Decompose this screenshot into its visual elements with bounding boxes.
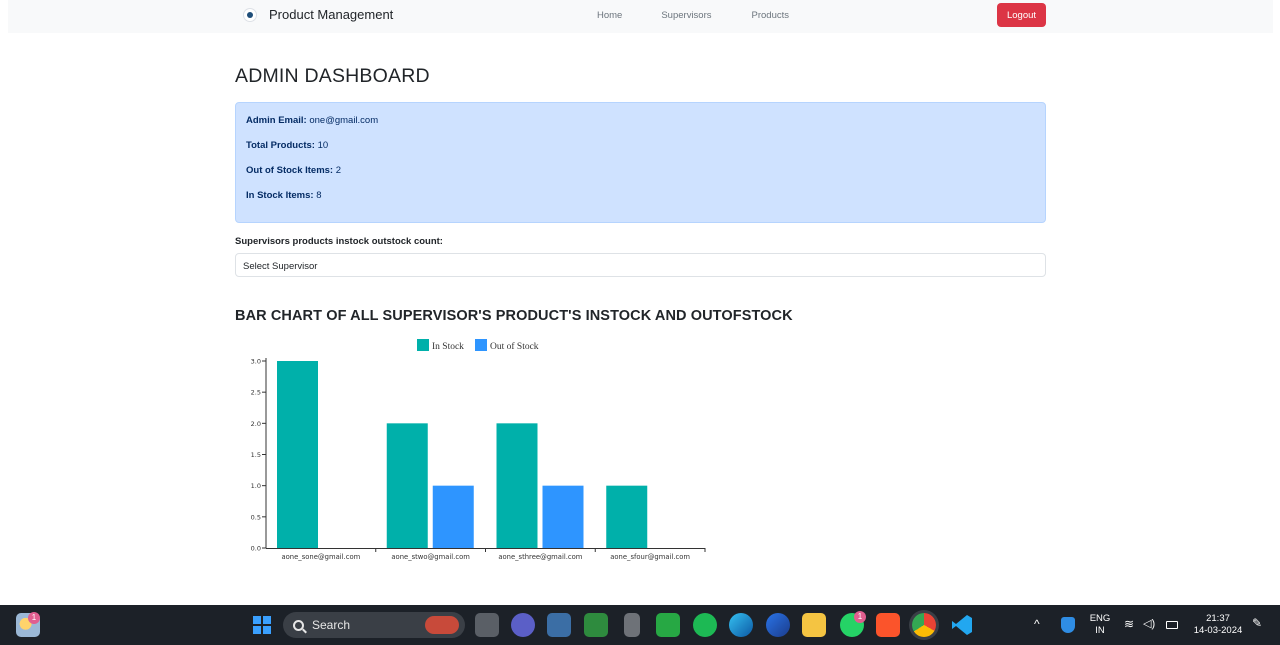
battery-icon[interactable] — [1166, 621, 1178, 629]
page: Product Management Home Supervisors Prod… — [0, 0, 1280, 645]
windows-start-icon[interactable] — [250, 613, 274, 637]
search-icon — [293, 619, 304, 631]
navbar: Product Management Home Supervisors Prod… — [8, 0, 1273, 33]
taskbar: 1 Search 1 ^ ENG IN ≋ ◁) 21:37 14-03-202… — [0, 605, 1280, 645]
bar-1-2 — [542, 485, 584, 548]
teams-icon[interactable] — [511, 613, 535, 637]
vscode-icon[interactable] — [950, 613, 974, 637]
search-highlight-image — [425, 616, 459, 634]
total-products-label: Total Products: — [246, 140, 315, 151]
nav-link-home[interactable]: Home — [597, 10, 622, 21]
wifi-icon[interactable]: ≋ — [1124, 618, 1134, 630]
logout-button[interactable]: Logout — [997, 3, 1046, 27]
y-tick-label-2: 1.0 — [251, 482, 261, 490]
y-tick-label-3: 1.5 — [251, 451, 261, 459]
file-explorer-icon[interactable] — [802, 613, 826, 637]
y-tick-label-4: 2.0 — [251, 420, 261, 428]
x-tick-label-3: aone_sfour@gmail.com — [610, 553, 690, 561]
brand[interactable]: Product Management — [243, 7, 393, 22]
out-of-stock-value: 2 — [335, 165, 342, 176]
y-tick-label-5: 2.5 — [251, 389, 261, 397]
supervisor-select-label: Supervisors products instock outstock co… — [235, 236, 443, 247]
nav-link-products[interactable]: Products — [752, 10, 790, 21]
language-line1: ENG — [1089, 613, 1111, 624]
y-tick-label-0: 0.0 — [251, 545, 261, 553]
bar-chart: In Stock Out of Stock 0.0 0.5 1.0 1.5 2.0 2.5 3.… — [251, 339, 706, 561]
bar-0-3 — [606, 485, 648, 548]
in-stock-row: In Stock Items: 8 — [246, 190, 1035, 215]
x-tick-label-0: aone_sone@gmail.com — [281, 553, 360, 561]
microphone-app-icon[interactable] — [624, 613, 640, 637]
clock-time: 21:37 — [1206, 613, 1230, 624]
page-title: ADMIN DASHBOARD — [235, 65, 430, 87]
clock-date: 14-03-2024 — [1193, 625, 1243, 636]
clock[interactable]: 21:37 14-03-2024 — [1192, 613, 1244, 637]
legend-label-0: In Stock — [432, 342, 464, 352]
x-tick-label-1: aone_stwo@gmail.com — [391, 553, 470, 561]
chevron-up-icon[interactable]: ^ — [1034, 618, 1040, 630]
out-of-stock-label: Out of Stock Items: — [246, 165, 334, 176]
admin-email-row: Admin Email: one@gmail.com — [246, 115, 1035, 140]
bar-0-2 — [496, 423, 538, 548]
y-tick-label-1: 0.5 — [251, 513, 261, 521]
whatsapp-badge: 1 — [854, 611, 866, 623]
weather-badge: 1 — [28, 612, 40, 624]
total-products-value: 10 — [317, 140, 329, 151]
brand-title: Product Management — [269, 7, 394, 22]
pen-icon[interactable]: ✎ — [1252, 617, 1262, 629]
language-indicator[interactable]: ENG IN — [1088, 613, 1112, 637]
legend-swatch-1 — [475, 339, 487, 351]
chrome-icon[interactable] — [912, 613, 936, 637]
in-stock-value: 8 — [316, 190, 322, 201]
admin-email-value: one@gmail.com — [309, 115, 379, 126]
language-line2: IN — [1095, 625, 1105, 636]
legend-swatch-0 — [417, 339, 429, 351]
spotify-icon[interactable] — [693, 613, 717, 637]
photos-icon[interactable] — [547, 613, 571, 637]
brave-icon[interactable] — [876, 613, 900, 637]
task-view-icon[interactable] — [475, 613, 499, 637]
y-tick-label-6: 3.0 — [251, 358, 261, 366]
bar-0-0 — [277, 361, 318, 548]
in-stock-label: In Stock Items: — [246, 190, 314, 201]
nav-link-supervisors[interactable]: Supervisors — [661, 10, 711, 21]
firefox-icon[interactable] — [766, 613, 790, 637]
security-icon[interactable] — [1061, 617, 1075, 633]
total-products-row: Total Products: 10 — [246, 140, 1035, 165]
out-of-stock-row: Out of Stock Items: 2 — [246, 165, 1035, 190]
legend-label-1: Out of Stock — [490, 341, 539, 352]
bar-1-1 — [432, 485, 474, 548]
taskbar-search-label: Search — [312, 618, 351, 632]
supervisor-select[interactable]: Select Supervisor — [235, 253, 1046, 277]
edge-icon[interactable] — [729, 613, 753, 637]
volume-icon[interactable]: ◁) — [1143, 618, 1155, 630]
chat-app-icon[interactable] — [656, 613, 680, 637]
brand-logo-icon — [243, 7, 257, 22]
stock-app-icon[interactable] — [584, 613, 608, 637]
bar-0-1 — [386, 423, 428, 548]
nav-links: Home Supervisors Products — [597, 10, 789, 21]
x-tick-label-2: aone_sthree@gmail.com — [498, 553, 582, 561]
admin-info-alert: Admin Email: one@gmail.com Total Product… — [235, 102, 1046, 223]
chart-heading: BAR CHART OF ALL SUPERVISOR'S PRODUCT'S … — [235, 308, 793, 324]
admin-email-label: Admin Email: — [246, 115, 307, 126]
taskbar-search[interactable]: Search — [283, 612, 465, 638]
